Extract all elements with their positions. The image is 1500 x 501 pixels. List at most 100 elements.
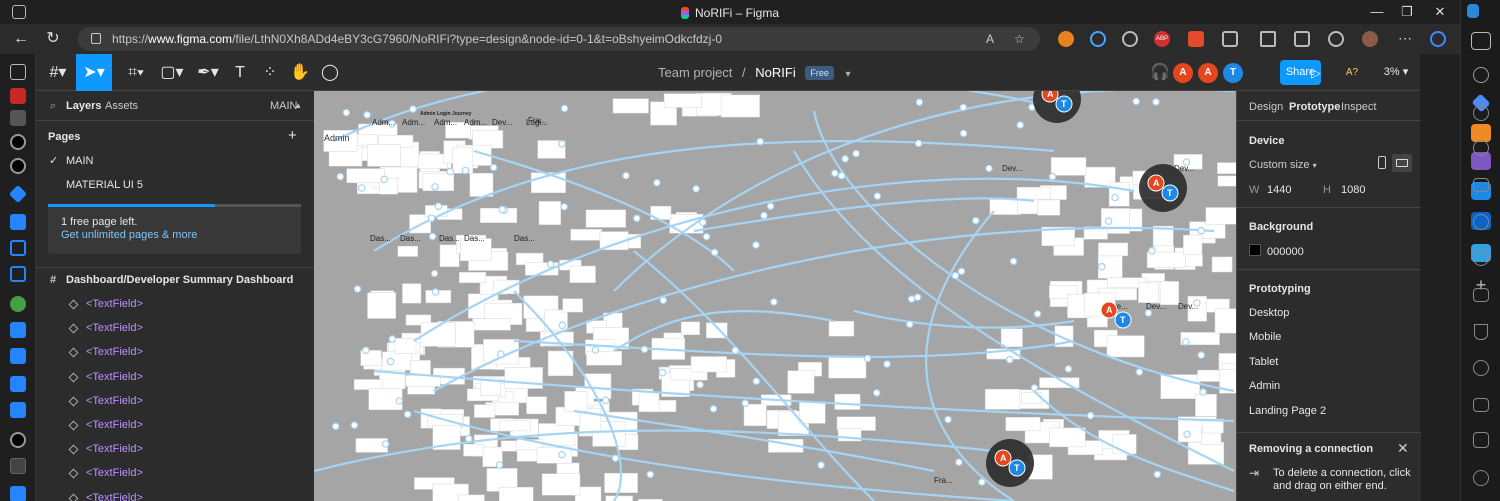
- connection-node[interactable]: [1097, 262, 1106, 271]
- zoom-control[interactable]: 3% ▾: [1376, 54, 1416, 91]
- chevron-up-icon[interactable]: ▴: [296, 100, 301, 111]
- design-canvas[interactable]: Admin Admin Login Journey Adm... Adm... Adm.…: [314, 91, 1236, 501]
- connection-node[interactable]: [702, 232, 711, 241]
- connection-node[interactable]: [873, 192, 882, 200]
- frame-thumbnail[interactable]: [989, 198, 1021, 215]
- connection-node[interactable]: [696, 380, 704, 389]
- page-item-main[interactable]: ✓ MAIN: [36, 149, 314, 173]
- extension-circle-icon[interactable]: [1122, 31, 1138, 47]
- layers-icon[interactable]: [1473, 398, 1489, 412]
- tab-jira-icon[interactable]: [8, 184, 28, 204]
- read-aloud-icon[interactable]: A: [986, 27, 994, 51]
- frame-thumbnail[interactable]: [1049, 427, 1086, 448]
- frame-thumbnail[interactable]: [1195, 394, 1217, 417]
- connection-node[interactable]: [601, 396, 610, 405]
- connection-node[interactable]: [852, 149, 860, 158]
- avatar[interactable]: T: [1223, 63, 1243, 83]
- connection-node[interactable]: [883, 360, 891, 368]
- connection-node[interactable]: [363, 110, 371, 119]
- flow-item[interactable]: Mobile: [1249, 331, 1281, 343]
- frame-thumbnail[interactable]: [397, 245, 418, 257]
- frame-thumbnail[interactable]: [720, 94, 760, 118]
- frame-thumbnail[interactable]: [504, 367, 543, 389]
- connection-node[interactable]: [944, 415, 952, 424]
- layer-row[interactable]: <TextField>: [36, 316, 314, 340]
- connection-node[interactable]: [560, 104, 569, 113]
- frame-thumbnail[interactable]: [828, 357, 867, 379]
- frame-thumbnail[interactable]: [1037, 199, 1061, 216]
- connection-node[interactable]: [1183, 430, 1191, 439]
- layer-row[interactable]: <TextField>: [36, 365, 314, 389]
- frame-thumbnail[interactable]: [690, 356, 727, 373]
- url-field[interactable]: https://www.figma.com/file/LthN0Xh8ADd4e…: [78, 27, 1040, 51]
- connection-node[interactable]: [710, 248, 719, 257]
- connection-node[interactable]: [914, 139, 923, 148]
- connection-node[interactable]: [395, 397, 404, 405]
- tab-favicon-icon[interactable]: [10, 348, 26, 364]
- connection-node[interactable]: [560, 203, 569, 211]
- tab-favicon-icon[interactable]: [10, 432, 26, 448]
- frame-thumbnail[interactable]: [1214, 308, 1236, 334]
- tab-favicon-icon[interactable]: [10, 266, 26, 282]
- connection-node[interactable]: [386, 357, 395, 366]
- connection-node[interactable]: [766, 202, 775, 211]
- width-field[interactable]: 1440: [1267, 184, 1291, 196]
- frame-thumbnail[interactable]: [984, 388, 1021, 410]
- connection-node[interactable]: [465, 434, 473, 443]
- main-menu-icon[interactable]: #▾: [40, 54, 76, 91]
- frame-thumbnail[interactable]: [458, 494, 485, 501]
- extension-red-icon[interactable]: [1188, 31, 1204, 47]
- connection-node[interactable]: [611, 454, 620, 463]
- extension-icon[interactable]: [1473, 250, 1489, 266]
- frame-thumbnail[interactable]: [828, 320, 855, 337]
- frame-thumbnail[interactable]: [834, 393, 861, 410]
- monitor-icon[interactable]: [1473, 288, 1489, 302]
- device-select[interactable]: Custom size ▾: [1249, 159, 1317, 171]
- connection-node[interactable]: [497, 350, 505, 358]
- connection-node[interactable]: [1005, 355, 1014, 364]
- layer-row[interactable]: <TextField>: [36, 437, 314, 461]
- flow-item[interactable]: Landing Page 2: [1249, 405, 1326, 417]
- connection-node[interactable]: [837, 171, 846, 180]
- flow-label-admin[interactable]: Admin: [324, 133, 350, 143]
- bug-icon[interactable]: [1473, 214, 1489, 230]
- frame-thumbnail[interactable]: [1000, 328, 1023, 348]
- connection-node[interactable]: [380, 175, 389, 184]
- frame-thumbnail[interactable]: [564, 391, 588, 412]
- frame-thumbnail[interactable]: [585, 209, 626, 228]
- frame-thumbnail[interactable]: [569, 265, 596, 283]
- connection-node[interactable]: [336, 172, 345, 181]
- connection-node[interactable]: [558, 321, 567, 330]
- layer-row[interactable]: <TextField>: [36, 292, 314, 316]
- tab-favicon-icon[interactable]: [10, 88, 26, 104]
- frame-thumbnail[interactable]: [459, 272, 487, 284]
- background-value[interactable]: 000000: [1267, 246, 1304, 258]
- frame-thumbnail[interactable]: [541, 473, 581, 496]
- frame-thumbnail[interactable]: [463, 443, 484, 457]
- screen-icon[interactable]: [1473, 178, 1489, 192]
- frame-thumbnail[interactable]: [394, 338, 417, 354]
- portrait-icon[interactable]: [1378, 156, 1386, 169]
- connection-node[interactable]: [1152, 98, 1160, 106]
- minimize-icon[interactable]: —: [1362, 3, 1392, 21]
- tab-inspect[interactable]: Inspect: [1341, 101, 1376, 113]
- connection-node[interactable]: [951, 271, 960, 280]
- connection-node[interactable]: [1104, 217, 1113, 226]
- frame-thumbnail[interactable]: [680, 321, 700, 336]
- connection-node[interactable]: [498, 205, 507, 214]
- frame-thumbnail[interactable]: [346, 168, 385, 184]
- connection-node[interactable]: [863, 354, 872, 363]
- tab-favicon-icon[interactable]: [10, 296, 26, 312]
- search-icon[interactable]: [1473, 67, 1489, 83]
- tab-favicon-icon[interactable]: [10, 322, 26, 338]
- layer-row[interactable]: <TextField>: [36, 486, 314, 501]
- frame-thumbnail[interactable]: [498, 486, 534, 501]
- comment-tool-icon[interactable]: ◯: [312, 54, 348, 91]
- edge-logo-icon[interactable]: [1473, 470, 1489, 486]
- connection-node[interactable]: [632, 214, 641, 223]
- refresh-icon[interactable]: ↻: [42, 28, 64, 50]
- connection-node[interactable]: [388, 335, 397, 343]
- connection-node[interactable]: [489, 163, 498, 172]
- connection-node[interactable]: [357, 184, 366, 192]
- frame-thumbnail[interactable]: [469, 172, 494, 197]
